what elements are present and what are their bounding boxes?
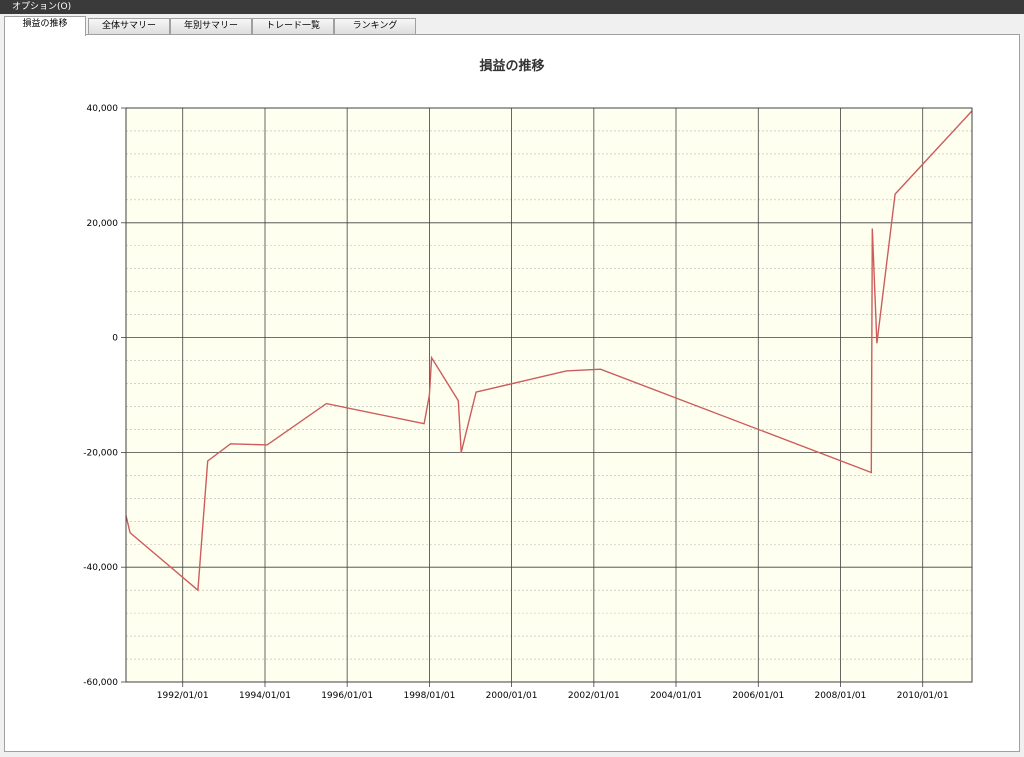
y-tick-label: 0	[112, 334, 118, 344]
y-tick-label: 40,000	[87, 104, 119, 114]
x-tick-label: 2004/01/01	[650, 691, 702, 701]
x-tick-label: 2000/01/01	[486, 691, 538, 701]
x-tick-label: 2008/01/01	[814, 691, 866, 701]
x-tick-label: 1998/01/01	[403, 691, 455, 701]
x-tick-label: 1992/01/01	[157, 691, 209, 701]
x-tick-label: 2002/01/01	[568, 691, 620, 701]
plot-area	[126, 108, 972, 682]
tab-profit-trend[interactable]: 損益の推移	[4, 16, 86, 36]
chart-title: 損益の推移	[479, 58, 544, 74]
y-tick-label: -20,000	[83, 448, 118, 458]
x-tick-label: 1996/01/01	[321, 691, 373, 701]
x-tick-label: 2010/01/01	[897, 691, 949, 701]
x-tick-label: 2006/01/01	[732, 691, 784, 701]
y-tick-label: -60,000	[83, 678, 118, 688]
x-axis-ticks: 1992/01/01 1994/01/01 1996/01/01 1998/01/01…	[157, 682, 949, 701]
x-tick-label: 1994/01/01	[239, 691, 291, 701]
y-axis-ticks: -60,000 -40,000 -20,000 0 20,000 40,000	[83, 104, 126, 688]
y-tick-label: -40,000	[83, 563, 118, 573]
profit-chart: 損益の推移 -60,000 -40,000 -20,000 0 20,000 40,000…	[83, 58, 973, 701]
y-tick-label: 20,000	[87, 219, 119, 229]
